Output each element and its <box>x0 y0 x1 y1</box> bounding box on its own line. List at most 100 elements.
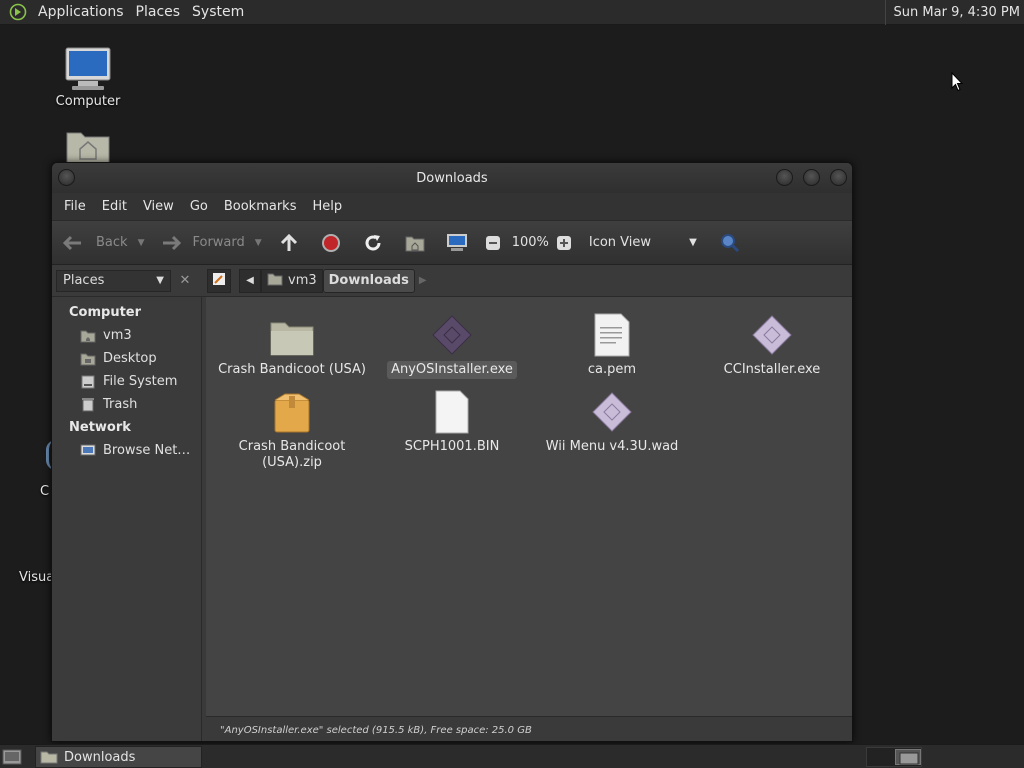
places-select-label: Places <box>63 273 105 288</box>
sidebar-section-computer: Computer <box>69 305 142 320</box>
file-item[interactable]: AnyOSInstaller.exe <box>372 309 532 379</box>
desktop-icon-home[interactable] <box>62 127 114 167</box>
file-name: AnyOSInstaller.exe <box>387 361 517 379</box>
workspace-switcher[interactable] <box>866 747 922 767</box>
show-desktop-icon <box>2 749 22 765</box>
menu-view[interactable]: View <box>135 199 182 214</box>
menu-go[interactable]: Go <box>182 199 216 214</box>
reload-button[interactable] <box>362 232 388 254</box>
sidebar-item-browse-network[interactable]: Browse Net… <box>52 439 201 462</box>
text-file-icon <box>532 309 692 357</box>
home-folder-icon <box>267 272 283 290</box>
path-segment-vm3[interactable]: vm3 <box>261 268 323 293</box>
view-mode-label: Icon View <box>588 235 652 250</box>
menu-bookmarks[interactable]: Bookmarks <box>216 199 305 214</box>
places-select[interactable]: Places ▼ <box>56 269 171 292</box>
status-bar: "AnyOSInstaller.exe" selected (915.5 kB)… <box>206 716 852 741</box>
up-button[interactable] <box>278 232 304 254</box>
back-button[interactable]: Back ▼ <box>62 232 144 254</box>
sidebar-section-network: Network <box>69 420 131 435</box>
file-name: CCInstaller.exe <box>723 362 821 377</box>
file-item[interactable]: Wii Menu v4.3U.wad <box>532 386 692 456</box>
desktop-icon-label: C <box>40 484 50 499</box>
close-button[interactable] <box>830 169 847 186</box>
file-manager-window: Downloads File Edit View Go Bookmarks He… <box>51 162 853 742</box>
sidebar-item-vm3[interactable]: vm3 <box>52 324 201 347</box>
top-panel: Applications Places System Sun Mar 9, 4:… <box>0 0 1024 25</box>
file-item[interactable]: Crash Bandicoot (USA).zip <box>212 386 372 472</box>
menu-file[interactable]: File <box>56 199 94 214</box>
window-menu-button[interactable] <box>58 169 75 186</box>
folder-icon <box>40 750 58 764</box>
archive-icon <box>212 386 372 434</box>
window-titlebar[interactable]: Downloads <box>52 163 852 193</box>
zoom-out-icon[interactable] <box>482 232 504 254</box>
sidebar-item-label: File System <box>103 374 178 389</box>
network-icon <box>80 443 96 459</box>
menu-edit[interactable]: Edit <box>94 199 135 214</box>
trash-icon <box>80 397 96 413</box>
path-scroll-right-button[interactable]: ▶ <box>419 275 427 286</box>
desktop-icon <box>80 351 96 367</box>
file-name: ca.pem <box>587 362 637 377</box>
chevron-right-icon: ▶ <box>418 275 427 286</box>
close-sidebar-button[interactable]: ✕ <box>174 270 196 292</box>
location-bar: Places ▼ ✕ ◀ vm3 Downloads ▶ <box>52 265 852 297</box>
home-folder-icon <box>62 127 114 167</box>
back-label: Back <box>96 235 128 250</box>
view-mode-select[interactable]: Icon View ▼ <box>589 235 697 250</box>
places-sidebar: Computer vm3 Desktop File System Trash N <box>52 297 202 741</box>
bottom-panel: Downloads <box>0 744 1024 768</box>
executable-icon <box>692 309 852 357</box>
system-menu[interactable]: System <box>186 0 250 25</box>
window-thumbnail-icon <box>899 752 919 765</box>
drive-icon <box>80 374 96 390</box>
path-segment-downloads[interactable]: Downloads <box>322 268 415 293</box>
window-title: Downloads <box>416 170 488 186</box>
executable-icon <box>532 386 692 434</box>
file-name: SCPH1001.BIN <box>404 439 500 454</box>
menu-help[interactable]: Help <box>304 199 350 214</box>
reload-icon <box>362 232 384 254</box>
file-item[interactable]: Crash Bandicoot (USA) <box>212 309 372 379</box>
show-desktop-button[interactable] <box>2 748 22 766</box>
home-button[interactable] <box>404 232 430 254</box>
sidebar-item-label: Browse Net… <box>103 443 191 458</box>
maximize-button[interactable] <box>803 169 820 186</box>
applications-menu[interactable]: Applications <box>32 0 130 25</box>
search-button[interactable] <box>719 232 745 254</box>
file-item[interactable]: ca.pem <box>532 309 692 379</box>
path-scroll-left-button[interactable]: ◀ <box>239 268 261 293</box>
taskbar-item-downloads[interactable]: Downloads <box>35 746 202 768</box>
sidebar-item-trash[interactable]: Trash <box>52 393 201 416</box>
zoom-level: 100% <box>511 235 549 250</box>
sidebar-item-file-system[interactable]: File System <box>52 370 201 393</box>
edit-location-button[interactable] <box>207 268 231 293</box>
file-item[interactable]: CCInstaller.exe <box>692 309 852 379</box>
path-segment-label: Downloads <box>328 273 409 288</box>
file-item[interactable]: SCPH1001.BIN <box>372 386 532 456</box>
places-menu[interactable]: Places <box>130 0 187 25</box>
stop-button[interactable] <box>320 232 346 254</box>
sidebar-item-desktop[interactable]: Desktop <box>52 347 201 370</box>
computer-button[interactable] <box>446 232 472 254</box>
back-history-dropdown-icon[interactable]: ▼ <box>138 238 145 248</box>
chevron-left-icon: ◀ <box>246 275 254 286</box>
zoom-in-icon[interactable] <box>553 232 575 254</box>
forward-history-dropdown-icon[interactable]: ▼ <box>255 238 262 248</box>
edit-path-icon <box>212 272 226 290</box>
desktop-icon-computer[interactable]: Computer <box>50 44 126 109</box>
distro-logo-icon[interactable] <box>8 2 28 22</box>
home-icon <box>80 328 96 344</box>
clock[interactable]: Sun Mar 9, 4:30 PM <box>884 0 1020 25</box>
file-name: Crash Bandicoot (USA).zip <box>238 439 346 470</box>
workspace-1[interactable] <box>895 749 921 765</box>
file-name: Wii Menu v4.3U.wad <box>545 439 679 454</box>
forward-button[interactable]: Forward ▼ <box>160 232 262 254</box>
file-view[interactable]: Crash Bandicoot (USA) AnyOSInstaller.exe… <box>206 297 852 717</box>
forward-label: Forward <box>192 235 245 250</box>
menubar: File Edit View Go Bookmarks Help <box>52 193 852 221</box>
path-segment-label: vm3 <box>288 273 317 288</box>
stop-icon <box>320 232 342 254</box>
minimize-button[interactable] <box>776 169 793 186</box>
